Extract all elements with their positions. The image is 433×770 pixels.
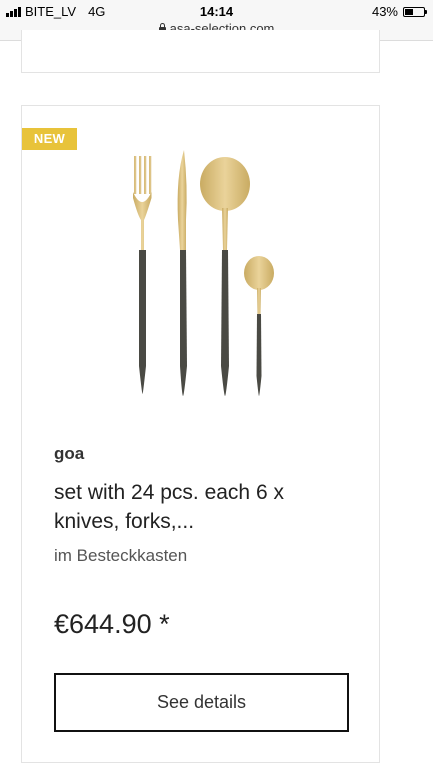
battery-icon <box>403 6 427 17</box>
battery-percent: 43% <box>371 4 398 19</box>
battery-level <box>405 8 413 15</box>
clock: 14:14 <box>199 4 234 19</box>
see-details-button[interactable]: See details <box>54 673 349 732</box>
product-brand: goa <box>54 444 85 463</box>
spoon-icon <box>200 157 250 396</box>
battery-status: 43% <box>371 4 427 19</box>
product-title[interactable]: set with 24 pcs. each 6 x knives, forks,… <box>54 478 354 536</box>
teaspoon-icon <box>244 256 274 396</box>
knife-icon <box>177 150 187 396</box>
cutlery-set-image[interactable] <box>122 146 282 396</box>
new-badge: NEW <box>22 128 77 150</box>
product-price: €644.90 * <box>54 609 170 639</box>
product-subtitle: im Besteckkasten <box>54 546 188 565</box>
fork-icon <box>133 156 152 394</box>
previous-product-card <box>21 30 380 73</box>
product-card[interactable]: NEW goa set with 24 pcs. each 6 x knives… <box>21 105 380 763</box>
